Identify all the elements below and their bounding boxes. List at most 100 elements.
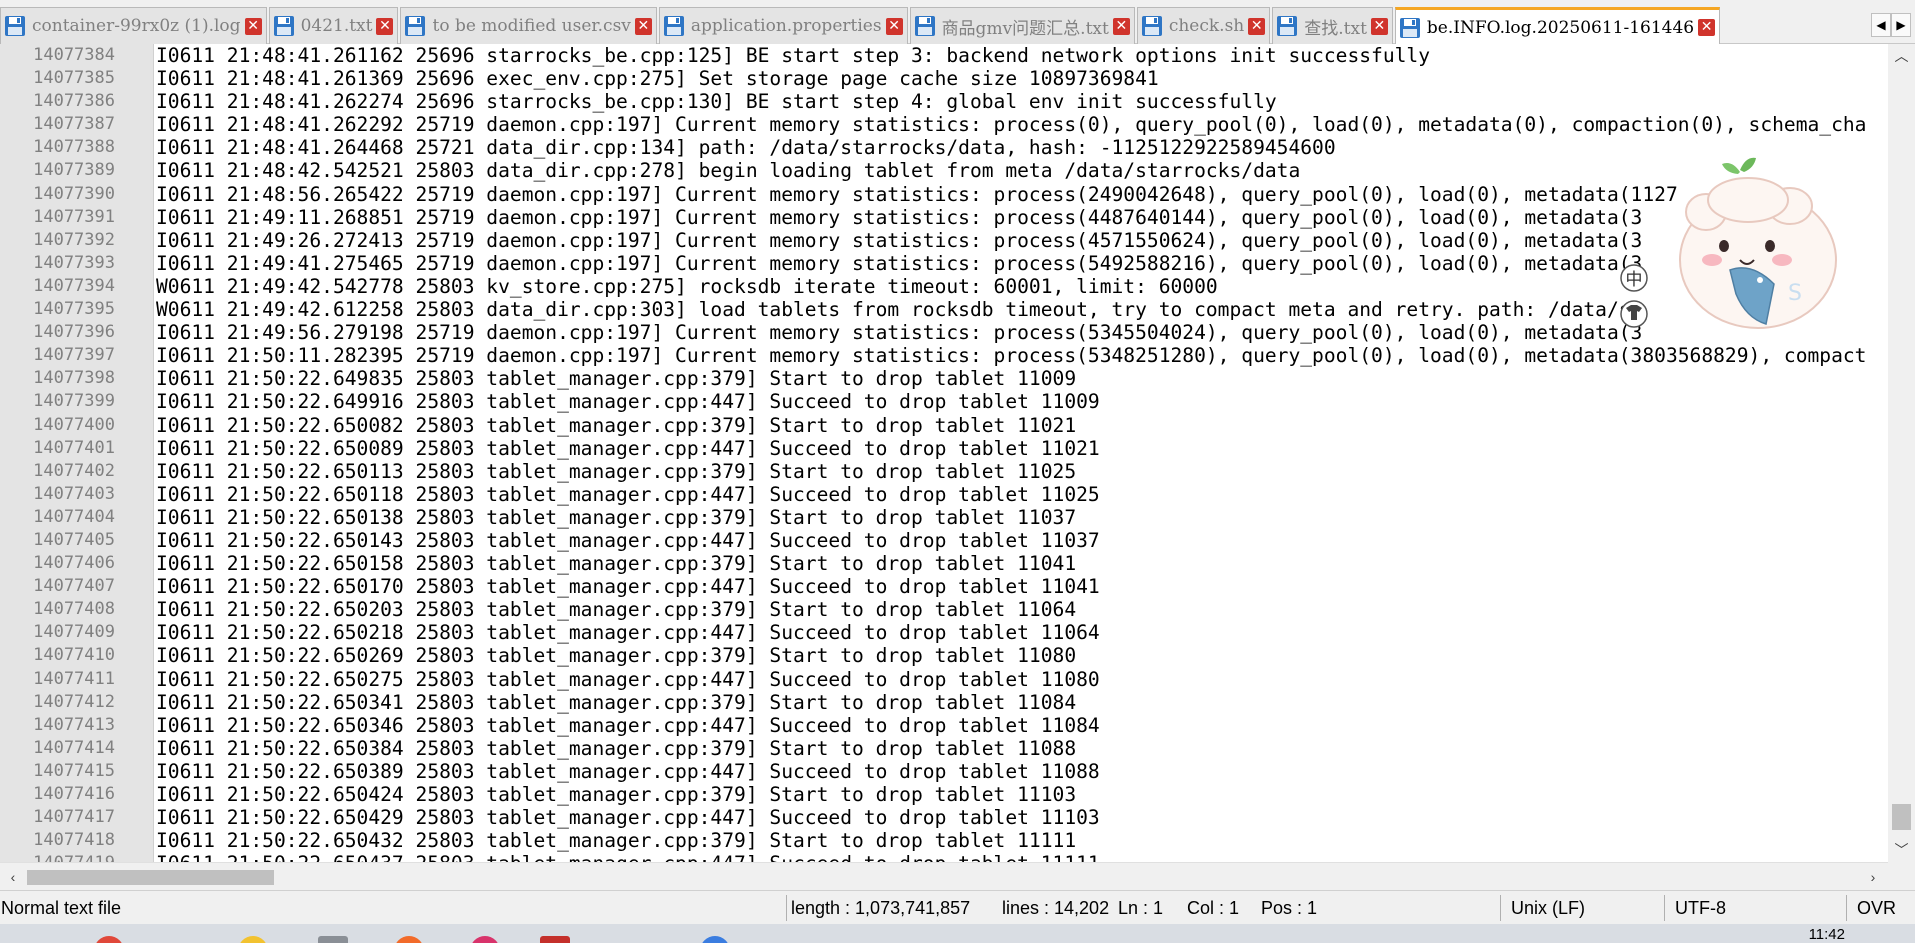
tabs-scroll-right-icon[interactable]: ▶	[1891, 13, 1911, 37]
code-line[interactable]: I0611 21:50:22.650082 25803 tablet_manag…	[155, 414, 1888, 437]
code-line[interactable]: I0611 21:50:22.649916 25803 tablet_manag…	[155, 390, 1888, 413]
code-line[interactable]: I0611 21:50:22.650384 25803 tablet_manag…	[155, 737, 1888, 760]
ime-skin-icon[interactable]	[1620, 300, 1648, 328]
status-divider	[786, 895, 787, 921]
code-line[interactable]: I0611 21:50:22.650437 25803 tablet_manag…	[155, 852, 1888, 862]
code-line[interactable]: I0611 21:50:22.650429 25803 tablet_manag…	[155, 806, 1888, 829]
horizontal-scroll-thumb[interactable]	[27, 870, 274, 885]
save-disk-icon	[663, 16, 684, 36]
code-line[interactable]: I0611 21:50:22.650218 25803 tablet_manag…	[155, 621, 1888, 644]
taskbar-app-icon[interactable]	[318, 936, 348, 943]
save-disk-icon	[1141, 16, 1162, 36]
save-disk-icon	[914, 16, 935, 36]
taskbar-clock[interactable]: 11:42	[1809, 926, 1845, 943]
tab-4[interactable]: 商品gmv问题汇总.txt ✕	[909, 7, 1135, 44]
scroll-up-icon[interactable]: ︿	[1888, 44, 1915, 68]
line-number: 14077416	[33, 784, 115, 804]
code-line[interactable]: I0611 21:50:22.650089 25803 tablet_manag…	[155, 437, 1888, 460]
line-number-gutter: 14077384 14077385 14077386 14077387 14077388…	[0, 44, 154, 862]
code-line[interactable]: I0611 21:50:11.282395 25719 daemon.cpp:1…	[155, 344, 1888, 367]
line-number: 14077385	[33, 68, 115, 89]
tab-1[interactable]: 0421.txt ✕	[268, 7, 399, 44]
tab-3[interactable]: application.properties ✕	[658, 7, 908, 44]
line-number: 14077419	[0, 852, 153, 862]
taskbar-app-icon[interactable]	[394, 936, 424, 943]
code-line[interactable]: I0611 21:50:22.650158 25803 tablet_manag…	[155, 552, 1888, 575]
status-col: Col : 1	[1187, 898, 1240, 918]
code-line[interactable]: I0611 21:48:41.262292 25719 daemon.cpp:1…	[155, 113, 1888, 136]
line-number: 14077395	[33, 299, 115, 320]
tab-6[interactable]: 查找.txt ✕	[1272, 7, 1393, 44]
status-encoding[interactable]: UTF-8	[1675, 891, 1726, 925]
vertical-scroll-thumb[interactable]	[1892, 804, 1911, 830]
code-line[interactable]: I0611 21:48:41.262274 25696 starrocks_be…	[155, 90, 1888, 113]
line-number: 14077391	[33, 206, 115, 227]
tab-0[interactable]: container-99rx0z (1).log ✕	[0, 7, 267, 44]
scroll-right-icon[interactable]: ›	[1860, 863, 1886, 891]
code-line[interactable]: I0611 21:50:22.650138 25803 tablet_manag…	[155, 506, 1888, 529]
code-line[interactable]: I0611 21:50:22.650424 25803 tablet_manag…	[155, 783, 1888, 806]
ime-mascot-widget[interactable]: S 中	[1620, 150, 1860, 340]
taskbar-app-icon[interactable]	[470, 936, 500, 943]
tab-label: be.INFO.log.20250611-161446	[1426, 17, 1695, 38]
code-line[interactable]: I0611 21:48:41.261162 25696 starrocks_be…	[155, 44, 1888, 67]
line-number: 14077414	[33, 737, 115, 758]
close-icon[interactable]: ✕	[1698, 19, 1716, 36]
close-icon[interactable]: ✕	[1112, 17, 1130, 35]
line-number: 14077407	[33, 576, 115, 597]
code-line[interactable]: I0611 21:50:22.650275 25803 tablet_manag…	[155, 668, 1888, 691]
scroll-down-icon[interactable]: ﹀	[1888, 838, 1915, 862]
status-length: length : 1,073,741,857	[791, 898, 971, 918]
code-line[interactable]: I0611 21:50:22.650389 25803 tablet_manag…	[155, 760, 1888, 783]
line-number: 14077403	[33, 483, 115, 504]
close-icon[interactable]: ✕	[244, 17, 262, 35]
status-bar: Normal text file length : 1,073,741,857 …	[0, 890, 1915, 924]
taskbar-app-icon[interactable]	[94, 936, 124, 943]
line-number: 14077397	[33, 345, 115, 366]
scrollbar-corner	[1888, 862, 1915, 890]
save-disk-icon	[405, 16, 426, 36]
tab-label: application.properties	[690, 16, 882, 36]
line-number: 14077415	[33, 760, 115, 781]
code-line[interactable]: I0611 21:50:22.650113 25803 tablet_manag…	[155, 460, 1888, 483]
horizontal-scrollbar[interactable]: ‹ ›	[0, 862, 1888, 890]
code-line[interactable]: I0611 21:50:22.650203 25803 tablet_manag…	[155, 598, 1888, 621]
tab-7[interactable]: be.INFO.log.20250611-161446 ✕	[1394, 7, 1721, 45]
tab-list: container-99rx0z (1).log ✕ 0421.txt ✕ to be …	[0, 7, 1722, 45]
mascot-icon: S	[1679, 157, 1837, 329]
taskbar-app-icon[interactable]	[700, 936, 730, 943]
code-line[interactable]: I0611 21:50:22.650341 25803 tablet_manag…	[155, 691, 1888, 714]
code-line[interactable]: I0611 21:50:22.650432 25803 tablet_manag…	[155, 829, 1888, 852]
close-icon[interactable]: ✕	[1248, 17, 1266, 35]
code-line[interactable]: I0611 21:50:22.650118 25803 tablet_manag…	[155, 483, 1888, 506]
vertical-scrollbar[interactable]: ︿ ﹀	[1888, 44, 1915, 862]
close-icon[interactable]: ✕	[885, 17, 903, 35]
code-line[interactable]: I0611 21:50:22.649835 25803 tablet_manag…	[155, 367, 1888, 390]
code-line[interactable]: I0611 21:50:22.650170 25803 tablet_manag…	[155, 575, 1888, 598]
status-eol[interactable]: Unix (LF)	[1511, 891, 1585, 925]
line-number: 14077398	[33, 368, 115, 389]
close-icon[interactable]: ✕	[634, 17, 652, 35]
tab-label: to be modified user.csv	[432, 16, 631, 36]
scroll-left-icon[interactable]: ‹	[0, 863, 26, 891]
ime-language-toggle[interactable]: 中	[1620, 264, 1648, 292]
status-insert-mode[interactable]: OVR	[1857, 891, 1896, 925]
save-disk-icon	[5, 16, 25, 36]
text-editor[interactable]: 14077384 14077385 14077386 14077387 14077388…	[0, 44, 1888, 862]
line-number: 14077384	[33, 45, 115, 65]
taskbar-app-icon[interactable]	[540, 936, 570, 943]
status-lines: lines : 14,202	[1002, 898, 1110, 918]
code-line[interactable]: I0611 21:50:22.650143 25803 tablet_manag…	[155, 529, 1888, 552]
tab-2[interactable]: to be modified user.csv ✕	[400, 7, 657, 44]
close-icon[interactable]: ✕	[1370, 17, 1388, 35]
tab-5[interactable]: check.sh ✕	[1136, 7, 1271, 44]
ime-language-label: 中	[1626, 270, 1643, 290]
code-line[interactable]: I0611 21:50:22.650269 25803 tablet_manag…	[155, 644, 1888, 667]
code-line[interactable]: I0611 21:50:22.650346 25803 tablet_manag…	[155, 714, 1888, 737]
code-line[interactable]: I0611 21:48:41.261369 25696 exec_env.cpp…	[155, 67, 1888, 90]
taskbar-app-icon[interactable]	[238, 936, 268, 943]
line-number: 14077409	[33, 622, 115, 643]
tabs-scroll-left-icon[interactable]: ◀	[1871, 13, 1891, 37]
close-icon[interactable]: ✕	[376, 17, 394, 35]
line-number: 14077386	[33, 91, 115, 112]
